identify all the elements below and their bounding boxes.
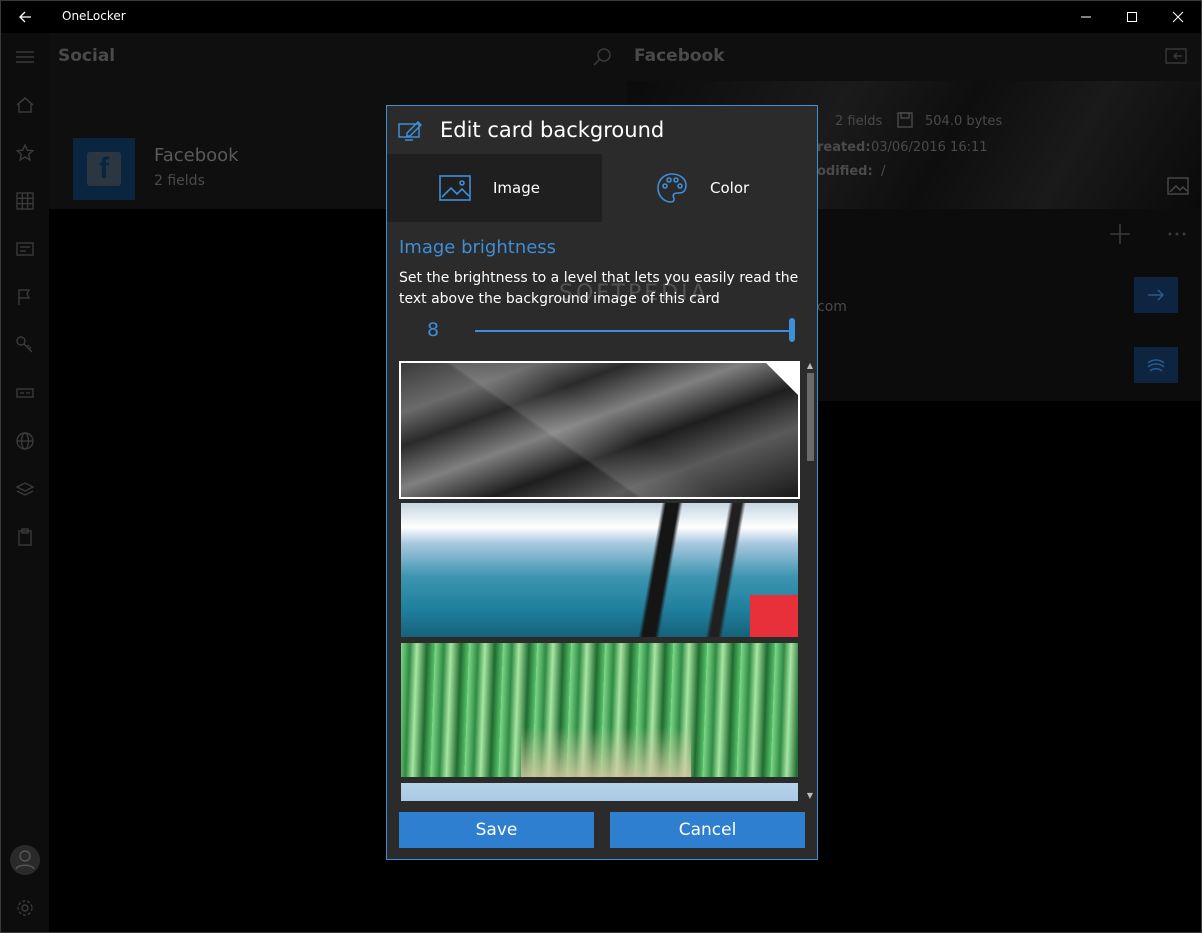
show-password-button[interactable] [1134,347,1178,383]
save-button[interactable]: Save [399,812,594,848]
nav-rail [1,33,49,932]
collapse-pane-icon[interactable] [1165,47,1187,65]
settings-button[interactable] [1,884,49,932]
flag-icon [18,289,31,305]
hamburger-icon [16,51,34,63]
selected-corner-icon [766,363,798,395]
brightness-slider[interactable] [475,318,795,342]
category-header: Social [49,33,627,81]
nav-briefcase[interactable] [1,513,49,561]
hamburger-menu-button[interactable] [1,33,49,81]
avatar-icon [10,845,40,875]
globe-icon [16,432,34,450]
watermark: SOFTPEDIA [559,281,709,306]
background-gallery [399,361,803,801]
background-thumbnail-sky[interactable] [401,783,798,801]
tab-color-label: Color [710,179,750,197]
close-icon [1172,11,1184,23]
scroll-thumb[interactable] [807,373,814,461]
background-thumbnail-sea[interactable] [401,503,798,637]
more-icon[interactable] [1167,231,1187,237]
maximize-button[interactable] [1109,1,1155,33]
brightness-heading: Image brightness [399,237,557,258]
image-icon [439,175,471,201]
card-detail-header: Facebook [627,33,1201,81]
save-disk-icon [897,112,913,128]
window-title: OneLocker [62,9,126,23]
nav-cards[interactable] [1,225,49,273]
background-thumbnail-bamboo[interactable] [401,643,798,777]
add-icon[interactable] [1109,223,1131,245]
list-item-fields: 2 fields [154,173,205,189]
slider-thumb[interactable] [789,318,795,342]
dialog-header: Edit card background [387,106,817,154]
clipboard-icon [18,528,32,546]
thumbnail-red-patch [750,595,798,637]
modified-label: odified: [817,164,873,179]
thumbnail-path [521,727,691,777]
facebook-logo-icon: f [73,138,135,200]
key-icon [16,336,33,353]
nav-layers[interactable] [1,465,49,513]
brightness-value: 8 [427,319,440,341]
account-button[interactable] [1,836,49,884]
tab-color[interactable]: Color [602,154,817,222]
tab-image-label: Image [493,179,540,197]
layers-icon [15,482,35,496]
back-arrow-icon [19,11,31,23]
grid-icon [16,192,34,210]
maximize-icon [1127,12,1137,22]
slider-track [475,330,791,332]
nav-keys[interactable] [1,321,49,369]
list-item-name: Facebook [154,145,239,166]
home-icon [16,97,34,113]
scroll-down-icon[interactable]: ▼ [805,791,815,801]
minimize-button[interactable] [1063,1,1109,33]
gallery-scrollbar[interactable]: ▲ ▼ [805,361,815,801]
edit-display-icon [398,120,423,141]
password-icon [1147,359,1165,372]
nav-grid[interactable] [1,177,49,225]
gear-icon [17,900,33,916]
star-icon [15,143,35,162]
scroll-up-icon[interactable]: ▲ [805,361,815,371]
card-fields-count: 2 fields [835,114,883,129]
card-size: 504.0 bytes [925,114,1003,129]
change-image-icon[interactable] [1167,177,1189,195]
modified-value: / [881,164,886,179]
card-icon [16,242,34,256]
background-thumbnail-polygons[interactable] [399,361,800,499]
nav-id[interactable] [1,369,49,417]
card-detail-title: Facebook [634,46,725,66]
field-email-fragment: com [817,299,847,315]
app-window: OneLocker Social f Facebook 2 fields Fac… [0,0,1202,933]
id-card-icon [16,388,34,398]
title-bar: OneLocker [1,1,1201,33]
created-label: reated: [817,140,871,155]
nav-flags[interactable] [1,273,49,321]
nav-favorites[interactable] [1,129,49,177]
palette-icon [657,173,687,203]
back-button[interactable] [11,5,39,29]
edit-background-dialog: Edit card background Image Color Image b… [386,105,818,860]
close-button[interactable] [1155,1,1201,33]
cancel-button[interactable]: Cancel [610,812,805,848]
minimize-icon [1081,16,1091,18]
search-icon[interactable] [592,47,612,67]
category-title: Social [58,46,116,66]
nav-web[interactable] [1,417,49,465]
tab-image[interactable]: Image [387,154,602,222]
dialog-title: Edit card background [440,118,665,142]
created-value: 03/06/2016 16:11 [871,140,988,155]
open-link-button[interactable] [1134,277,1178,313]
arrow-right-icon [1148,289,1165,301]
dialog-tabs: Image Color [387,154,817,222]
nav-home[interactable] [1,81,49,129]
